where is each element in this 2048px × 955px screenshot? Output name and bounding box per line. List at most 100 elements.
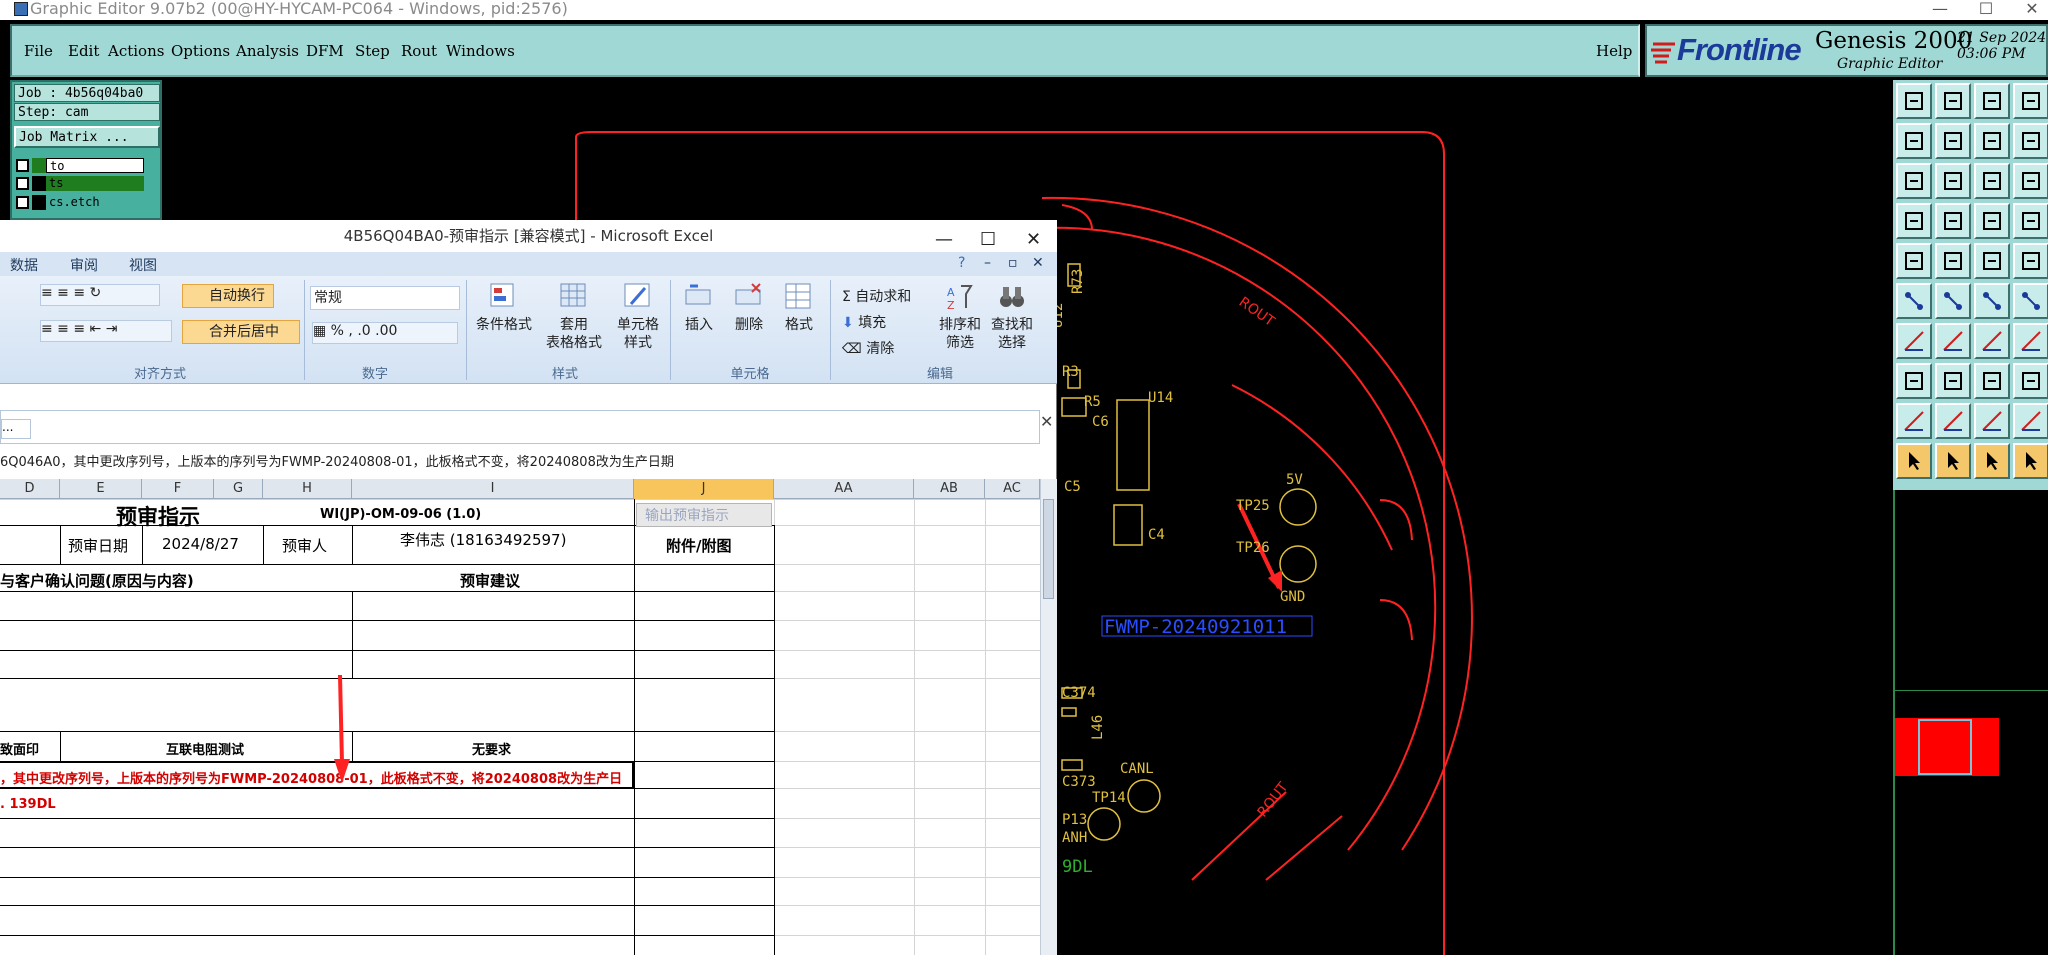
swap-tool-button[interactable] — [2013, 123, 2048, 159]
menu-analysis[interactable]: Analysis — [236, 42, 299, 60]
connect-tool-button[interactable] — [1896, 283, 1932, 319]
format-button[interactable]: 格式 — [774, 282, 824, 334]
line-tool-button[interactable] — [1974, 243, 2010, 279]
cross-tool-button[interactable] — [1935, 283, 1971, 319]
left-tool-button[interactable] — [1896, 123, 1932, 159]
table-format-button[interactable]: 套用 表格格式 — [538, 282, 610, 352]
formula-bar[interactable]: ... — [0, 410, 1040, 444]
layer-checkbox[interactable] — [16, 177, 29, 190]
reviewer-label[interactable]: 预审人 — [282, 535, 327, 556]
move-tool-button[interactable] — [1935, 163, 1971, 199]
fill-button[interactable]: ⬇ 填充 — [842, 312, 886, 332]
grid-tool-button[interactable] — [1896, 203, 1932, 239]
select3-tool-button[interactable] — [1974, 443, 2010, 479]
menu-options[interactable]: Options — [171, 42, 230, 60]
column-header-h[interactable]: H — [263, 479, 352, 499]
output-preaudit-button[interactable]: 输出预审指示 — [636, 503, 772, 527]
column-header-g[interactable]: G — [214, 479, 263, 499]
tab-review[interactable]: 审阅 — [70, 255, 98, 275]
text-tool-button[interactable] — [2013, 323, 2048, 359]
open-tool-button[interactable] — [1896, 83, 1932, 119]
sheet-title[interactable]: 预审指示 — [116, 501, 200, 531]
align-horizontal-buttons[interactable]: ≡ ≡ ≡ ⇤ ⇥ — [40, 320, 172, 342]
find-select-button[interactable]: 查找和 选择 — [986, 282, 1038, 352]
arc-tool-button[interactable] — [1896, 323, 1932, 359]
column-header-ac[interactable]: AC — [985, 479, 1040, 499]
measure-tool-button[interactable] — [1974, 363, 2010, 399]
scale-tool-button[interactable] — [1974, 163, 2010, 199]
menu-dfm[interactable]: DFM — [306, 42, 344, 60]
point2-tool-button[interactable] — [2013, 283, 2048, 319]
insert-button[interactable]: 插入 — [674, 282, 724, 334]
column-header-ab[interactable]: AB — [914, 479, 985, 499]
select2-tool-button[interactable] — [1935, 443, 1971, 479]
column-header-f[interactable]: F — [142, 479, 214, 499]
clear-button[interactable]: ⌫ 清除 — [842, 338, 894, 358]
select4-tool-button[interactable] — [2013, 443, 2048, 479]
flip-tool-button[interactable] — [1974, 123, 2010, 159]
help-icon[interactable]: ? — [958, 255, 965, 271]
pre-date-label[interactable]: 预审日期 — [68, 535, 128, 556]
menu-actions[interactable]: Actions — [108, 42, 164, 60]
column-header-e[interactable]: E — [60, 479, 142, 499]
item-b[interactable]: 互联电阻测试 — [166, 739, 244, 758]
minus-tool-button[interactable] — [1935, 363, 1971, 399]
ribbon-close-icon[interactable]: ✕ — [1032, 255, 1044, 271]
number-format-buttons[interactable]: ▦ % , .0 .00 — [312, 322, 458, 344]
serial-number-text[interactable]: FWMP-20240921011 — [1104, 616, 1287, 638]
align-top-buttons[interactable]: ≡ ≡ ≡ ↻ — [40, 284, 160, 306]
layout-tool-button[interactable] — [2013, 83, 2048, 119]
item-a[interactable]: 致面印 — [0, 739, 39, 758]
warn-tool-button[interactable] — [1896, 403, 1932, 439]
tab-view[interactable]: 视图 — [129, 255, 157, 275]
number-format-select[interactable]: 常规 — [310, 286, 460, 310]
warn2-tool-button[interactable] — [1935, 403, 1971, 439]
layer-checkbox[interactable] — [16, 159, 29, 172]
save-tool-button[interactable] — [1935, 83, 1971, 119]
sort-filter-button[interactable]: AZ 排序和 筛选 — [934, 282, 986, 352]
menu-rout[interactable]: Rout — [401, 42, 437, 60]
circle-tool-button[interactable] — [2013, 243, 2048, 279]
delete-button[interactable]: 删除 — [724, 282, 774, 334]
pre-date-value[interactable]: 2024/8/27 — [162, 535, 239, 553]
reviewer-value[interactable]: 李伟志 (18163492597) — [400, 529, 566, 550]
help-tool-button[interactable] — [2013, 163, 2048, 199]
minimize-icon[interactable]: — — [1920, 0, 1960, 18]
tab-data[interactable]: 数据 — [10, 255, 38, 275]
point-tool-button[interactable] — [1974, 283, 2010, 319]
formula-content[interactable]: 6Q046A0，其中更改序列号，上版本的序列号为FWMP-20240808-01… — [0, 454, 1057, 472]
job-matrix-button[interactable]: Job Matrix ... — [14, 126, 160, 148]
right-tool-button[interactable] — [1935, 123, 1971, 159]
pad-tool-button[interactable] — [1896, 243, 1932, 279]
confirm-issue-header[interactable]: 与客户确认问题(原因与内容) — [0, 570, 194, 591]
arc2-tool-button[interactable] — [1974, 323, 2010, 359]
copy-tool-button[interactable] — [1896, 363, 1932, 399]
conditional-format-button[interactable]: 条件格式 — [470, 282, 538, 334]
close-icon[interactable]: ✕ — [2012, 0, 2048, 18]
view-preview-window[interactable] — [1918, 719, 1972, 775]
menu-step[interactable]: Step — [355, 42, 390, 60]
formula-bar-close-icon[interactable]: ✕ — [1040, 412, 1053, 431]
warn3-tool-button[interactable] — [1974, 403, 2010, 439]
warn4-tool-button[interactable] — [2013, 403, 2048, 439]
layer-checkbox[interactable] — [16, 196, 29, 209]
scrollbar-thumb[interactable] — [1043, 499, 1054, 599]
cell-style-button[interactable]: 单元格 样式 — [610, 282, 666, 352]
attachment-header[interactable]: 附件/附图 — [666, 535, 731, 556]
zoom-tool-button[interactable] — [1896, 163, 1932, 199]
layer-row[interactable]: cs.etch — [16, 195, 144, 211]
worksheet-grid[interactable]: 预审指示 WI(JP)-OM-09-06 (1.0) 输出预审指示 预审日期 2024/… — [0, 499, 1040, 955]
menu-edit[interactable]: Edit — [68, 42, 99, 60]
maximize-icon[interactable]: ☐ — [1966, 0, 2006, 18]
column-header-aa[interactable]: AA — [774, 479, 914, 499]
column-header-d[interactable]: D — [0, 479, 60, 499]
ribbon-restore-icon[interactable]: ▫ — [1008, 255, 1018, 271]
slash-tool-button[interactable] — [1935, 323, 1971, 359]
wrap-text-button[interactable]: 自动换行 — [182, 284, 274, 308]
layer-row[interactable]: ts — [16, 176, 144, 192]
select-tool-button[interactable] — [1896, 443, 1932, 479]
ribbon-min-icon[interactable]: – — [984, 255, 991, 271]
merge-center-button[interactable]: 合并后居中 — [182, 320, 300, 344]
edit-tool-button[interactable] — [1935, 243, 1971, 279]
red-note-cell-2[interactable]: . 139DL — [0, 797, 56, 812]
